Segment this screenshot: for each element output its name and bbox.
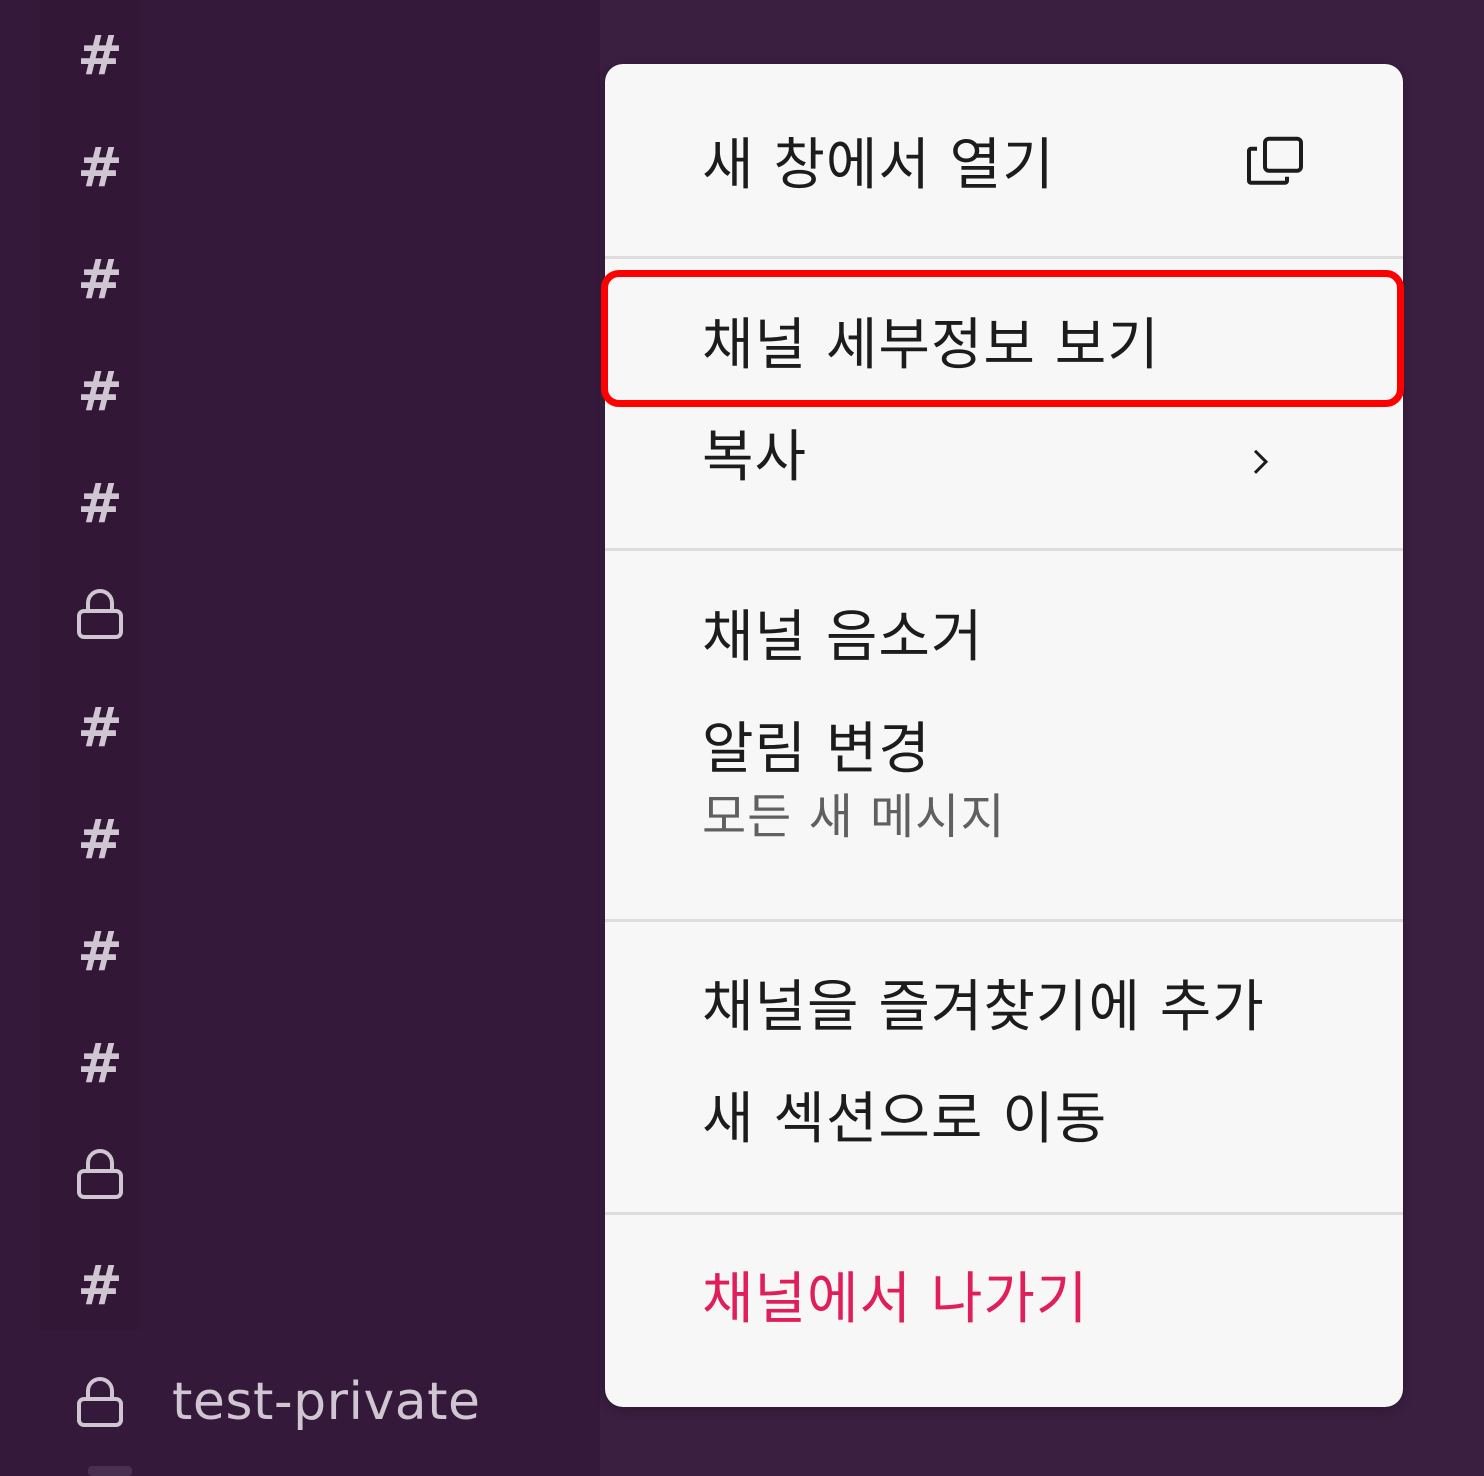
menu-item-mute-channel[interactable]: 채널 음소거 — [605, 605, 1403, 676]
hash-icon: # — [77, 248, 123, 311]
menu-item-label: 채널에서 나가기 — [702, 1267, 1089, 1332]
menu-item-label: 새 섹션으로 이동 — [702, 1087, 1108, 1152]
sidebar-item-channel-7[interactable]: # — [72, 812, 128, 868]
menu-item-label: 새 창에서 열기 — [702, 133, 1055, 198]
sidebar-next-item — [88, 1466, 132, 1476]
menu-item-move-to-new-section[interactable]: 새 섹션으로 이동 — [605, 1087, 1403, 1158]
lock-icon — [72, 1375, 128, 1429]
sidebar-item-test-private[interactable]: test-private — [72, 1362, 480, 1442]
hash-icon: # — [77, 24, 123, 87]
menu-item-view-channel-details[interactable]: 채널 세부정보 보기 — [605, 313, 1403, 384]
sidebar-item-channel-3[interactable]: # — [72, 252, 128, 308]
menu-item-sublabel: 모든 새 메시지 — [702, 789, 1006, 846]
menu-item-leave-channel[interactable]: 채널에서 나가기 — [605, 1267, 1403, 1338]
sidebar-item-channel-8[interactable]: # — [72, 924, 128, 980]
menu-item-add-to-favorites[interactable]: 채널을 즐겨찾기에 추가 — [605, 975, 1403, 1046]
hash-icon: # — [77, 136, 123, 199]
menu-item-copy[interactable]: 복사 — [605, 425, 1403, 496]
menu-divider — [605, 919, 1403, 922]
menu-item-label: 복사 — [702, 425, 808, 490]
menu-divider — [605, 548, 1403, 551]
menu-item-label: 채널 세부정보 보기 — [702, 313, 1160, 378]
sidebar-item-channel-4[interactable]: # — [72, 364, 128, 420]
menu-item-change-notifications[interactable]: 알림 변경 모든 새 메시지 — [605, 717, 1403, 846]
sidebar-column — [40, 0, 140, 1330]
hash-icon: # — [77, 696, 123, 759]
hash-icon: # — [77, 808, 123, 871]
sidebar-item-channel-5[interactable]: # — [72, 476, 128, 532]
menu-divider — [605, 256, 1403, 259]
menu-item-open-in-new-window[interactable]: 새 창에서 열기 — [605, 133, 1403, 204]
menu-item-label: 채널을 즐겨찾기에 추가 — [702, 975, 1265, 1040]
sidebar-item-private-channel-2[interactable] — [72, 1146, 128, 1202]
channel-name: test-private — [172, 1372, 481, 1432]
chevron-right-icon — [1251, 429, 1271, 493]
sidebar-item-channel-1[interactable]: # — [72, 28, 128, 84]
hash-icon: # — [77, 472, 123, 535]
lock-icon — [76, 1147, 124, 1201]
new-window-icon — [1245, 135, 1307, 203]
sidebar-item-channel-9[interactable]: # — [72, 1036, 128, 1092]
sidebar-item-channel-2[interactable]: # — [72, 140, 128, 196]
menu-divider — [605, 1212, 1403, 1215]
sidebar-item-channel-6[interactable]: # — [72, 700, 128, 756]
hash-icon: # — [77, 1032, 123, 1095]
sidebar-item-channel-10[interactable]: # — [72, 1258, 128, 1314]
lock-icon — [76, 587, 124, 641]
sidebar-item-private-channel-1[interactable] — [72, 586, 128, 642]
menu-item-label: 채널 음소거 — [702, 605, 984, 670]
hash-icon: # — [77, 1254, 123, 1317]
menu-item-label: 알림 변경 — [702, 717, 931, 782]
hash-icon: # — [77, 360, 123, 423]
hash-icon: # — [77, 920, 123, 983]
channel-context-menu: 새 창에서 열기 채널 세부정보 보기 복사 채널 음소거 알림 변경 모든 새… — [605, 64, 1403, 1407]
